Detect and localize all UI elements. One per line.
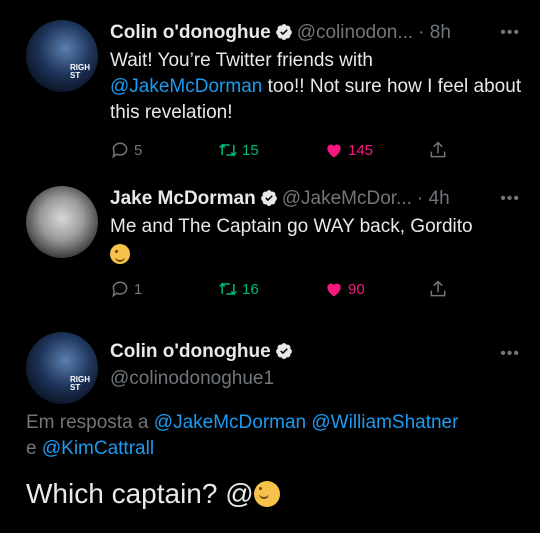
retweet-button[interactable]: 16 bbox=[218, 279, 259, 299]
share-button[interactable] bbox=[428, 279, 448, 299]
verified-badge-icon bbox=[275, 343, 292, 359]
tweet-header: Jake McDorman @JakeMcDor... · 4h bbox=[110, 188, 524, 210]
more-icon[interactable]: ••• bbox=[500, 24, 520, 42]
more-icon[interactable]: ••• bbox=[500, 345, 520, 363]
reply-count: 5 bbox=[134, 141, 143, 159]
reply-icon bbox=[112, 281, 128, 298]
tweet-text: Wait! You’re Twitter friends with @JakeM… bbox=[110, 48, 522, 126]
more-icon[interactable]: ••• bbox=[500, 190, 520, 208]
tweet-time[interactable]: · 8h bbox=[418, 22, 451, 43]
tweet-actions: 5 15 145 bbox=[110, 140, 450, 164]
reply-count: 1 bbox=[134, 280, 143, 298]
reply-conj: e bbox=[26, 438, 42, 459]
tweet-header: Colin o'donoghue @colinodon... · 8h bbox=[110, 22, 524, 44]
author-handle[interactable]: @colinodon... bbox=[297, 22, 413, 43]
retweet-button[interactable]: 15 bbox=[218, 140, 259, 160]
avatar-colin[interactable]: RIGH ST bbox=[26, 20, 98, 92]
like-count: 90 bbox=[348, 280, 365, 298]
retweet-icon bbox=[219, 143, 237, 157]
wink-emoji-icon bbox=[253, 481, 280, 507]
like-button[interactable]: 90 bbox=[324, 279, 365, 299]
reply-button[interactable]: 1 bbox=[110, 279, 142, 299]
tweet-text-prefix: Wait! You’re Twitter friends with bbox=[110, 50, 373, 71]
avatar-overlay-text: RIGH ST bbox=[70, 63, 90, 80]
share-icon bbox=[430, 280, 446, 297]
author-name[interactable]: Colin o'donoghue bbox=[110, 341, 271, 362]
mention-link[interactable]: @KimCattrall bbox=[42, 438, 154, 459]
verified-badge-icon bbox=[260, 190, 277, 206]
mention-link[interactable]: @JakeMcDorman bbox=[154, 412, 306, 433]
reply-prefix: Em resposta a bbox=[26, 412, 154, 433]
tweet-actions: 1 16 90 bbox=[110, 279, 450, 303]
like-count: 145 bbox=[348, 141, 374, 159]
main-author: Colin o'donoghue bbox=[110, 341, 297, 363]
retweet-count: 15 bbox=[242, 141, 259, 159]
retweet-icon bbox=[219, 282, 237, 296]
verified-badge-icon bbox=[275, 24, 292, 40]
avatar-overlay-text: RIGH ST bbox=[70, 375, 90, 392]
author-name[interactable]: Colin o'donoghue bbox=[110, 22, 271, 43]
tweet-time[interactable]: · 4h bbox=[417, 188, 450, 209]
heart-icon bbox=[327, 283, 341, 297]
avatar-colin[interactable]: RIGH ST bbox=[26, 332, 98, 404]
author-handle[interactable]: @JakeMcDor... bbox=[282, 188, 412, 209]
main-tweet-body: Which captain? @ bbox=[26, 478, 254, 509]
reply-context: Em resposta a @JakeMcDorman @WilliamShat… bbox=[26, 410, 524, 462]
author-handle[interactable]: @colinodonoghue1 bbox=[110, 368, 274, 390]
heart-icon bbox=[327, 144, 341, 158]
retweet-count: 16 bbox=[242, 280, 259, 298]
like-button[interactable]: 145 bbox=[324, 140, 373, 160]
share-button[interactable] bbox=[428, 140, 448, 160]
avatar-jake[interactable] bbox=[26, 186, 98, 258]
share-icon bbox=[430, 141, 446, 158]
author-name[interactable]: Jake McDorman bbox=[110, 188, 256, 209]
wink-emoji-icon bbox=[110, 244, 130, 264]
main-tweet-text: Which captain? @ bbox=[26, 478, 280, 510]
tweet-text: Me and The Captain go WAY back, Gordito bbox=[110, 214, 522, 269]
mention-link[interactable]: @WilliamShatner bbox=[311, 412, 458, 433]
reply-icon bbox=[112, 142, 128, 159]
reply-button[interactable]: 5 bbox=[110, 140, 142, 160]
mention-link[interactable]: @JakeMcDorman bbox=[110, 76, 262, 97]
tweet-text-body: Me and The Captain go WAY back, Gordito bbox=[110, 216, 473, 237]
